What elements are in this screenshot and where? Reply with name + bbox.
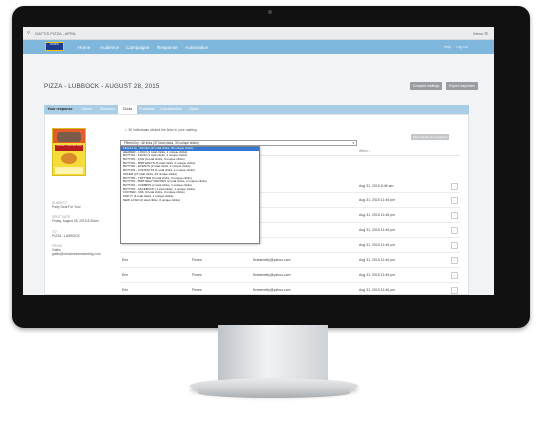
export-responses-button[interactable]: Export responses (446, 82, 478, 90)
row-action-icon[interactable]: › (451, 212, 458, 219)
compare-mailings-button[interactable]: Compare mailings (410, 82, 442, 90)
click-time: Aug 31, 2015 11:46 pm (359, 273, 396, 277)
flyer-photo (57, 132, 81, 142)
chevron-down-icon: ▾ (352, 141, 354, 145)
email-thumbnail[interactable]: HUNGRY PARTIES LIKE (52, 128, 86, 176)
menu-button[interactable]: Menu ☰ (473, 31, 488, 36)
last-name: Flores (192, 273, 202, 277)
click-time: Aug 31, 2015 11:46 pm (359, 258, 396, 262)
click-time: Aug 31, 2015 11:46 pm (359, 228, 396, 232)
row-action-icon[interactable]: › (451, 272, 458, 279)
last-name: Flores (192, 288, 202, 292)
flyer-footer (55, 167, 83, 174)
row-action-icon[interactable]: › (451, 287, 458, 294)
people-icon: ☺ (124, 128, 128, 132)
click-time: Aug 31, 2015 11:46 pm (359, 288, 396, 292)
response-tabs: Your response Opens Bounces Clicks Forwa… (44, 105, 469, 114)
when-column-header[interactable]: When ↕ (359, 149, 370, 153)
clicks-summary: ☺ 30 individuals clicked the links in yo… (124, 128, 198, 132)
nav-logout[interactable]: Log out (456, 45, 468, 49)
row-action-icon[interactable]: › (451, 242, 458, 249)
email: floresmetly@yahoo.com (253, 288, 291, 292)
table-row: Erin Flores floresmetly@yahoo.com Aug 31… (120, 252, 460, 268)
flyer-banner: HUNGRY PARTIES LIKE (55, 145, 83, 151)
table-row: Erin Flores floresmetly@yahoo.com Aug 31… (120, 282, 460, 295)
first-name: Erin (122, 288, 129, 292)
subject-value: Party Deal For You! (52, 205, 81, 209)
brand-logo[interactable]: PIZZA (45, 42, 64, 51)
tab-forwards[interactable]: Forwards (137, 105, 157, 114)
click-time: Aug 31, 2015 8:48 am (359, 184, 394, 188)
first-name: Erin (122, 258, 129, 262)
search-icon[interactable]: ⚲ (27, 30, 30, 35)
page-title: PIZZA - LUBBOCK - AUGUST 28, 2015 (44, 83, 160, 90)
row-action-icon[interactable]: › (451, 183, 458, 190)
main-nav: PIZZA Home Audience Campaigns Response A… (23, 40, 494, 54)
nav-help[interactable]: Help (444, 45, 451, 49)
tab-spam[interactable]: Spam (185, 105, 203, 114)
click-time: Aug 31, 2015 11:46 pm (359, 243, 396, 247)
click-time: Aug 31, 2015 11:46 pm (359, 213, 396, 217)
browser-bar: ⚲ GATTIS PIZZA - APRIL Menu ☰ (23, 27, 494, 40)
save-segment-button[interactable]: Save this list as a segment (411, 134, 449, 140)
nav-audience[interactable]: Audience (100, 45, 119, 50)
email: floresmetly@yahoo.com (253, 273, 291, 277)
nav-home[interactable]: Home (78, 45, 90, 50)
to-value: PIZZA - LUBBOCK (52, 234, 80, 238)
tab-your-response[interactable]: Your response (44, 105, 76, 114)
nav-automation[interactable]: Automation (185, 45, 208, 50)
tab-opens[interactable]: Opens (76, 105, 97, 114)
screen: ⚲ GATTIS PIZZA - APRIL Menu ☰ PIZZA Home… (23, 27, 494, 295)
sent-date-value: Friday, August 28, 2015 8:30am (52, 219, 99, 223)
table-row: Erin Flores floresmetly@yahoo.com Aug 31… (120, 267, 460, 283)
link-filter-options: Filtered by : All links (37 total clicks… (120, 146, 260, 244)
last-name: Flores (192, 258, 202, 262)
row-action-icon[interactable]: › (451, 227, 458, 234)
row-action-icon[interactable]: › (451, 257, 458, 264)
flyer-header (53, 129, 85, 143)
flyer-pizza (61, 153, 77, 164)
email: floresmetly@yahoo.com (253, 258, 291, 262)
from-email: gattis@mbusinessmarketing.com (52, 252, 101, 256)
monitor-stand-neck (218, 325, 328, 385)
webcam (268, 10, 272, 14)
first-name: Erin (122, 273, 129, 277)
monitor-stand-foot (198, 388, 350, 398)
window-title: GATTIS PIZZA - APRIL (35, 31, 77, 36)
row-action-icon[interactable]: › (451, 197, 458, 204)
nav-response[interactable]: Response (157, 45, 178, 50)
tab-unsubscribes[interactable]: Unsubscribes (157, 105, 185, 114)
tab-clicks[interactable]: Clicks (118, 105, 137, 114)
filter-option[interactable]: NEW LOGO (0 total clicks, 0 unique click… (121, 199, 259, 203)
click-time: Aug 31, 2015 11:46 pm (359, 198, 396, 202)
tab-bounces[interactable]: Bounces (97, 105, 118, 114)
nav-campaigns[interactable]: Campaigns (126, 45, 149, 50)
